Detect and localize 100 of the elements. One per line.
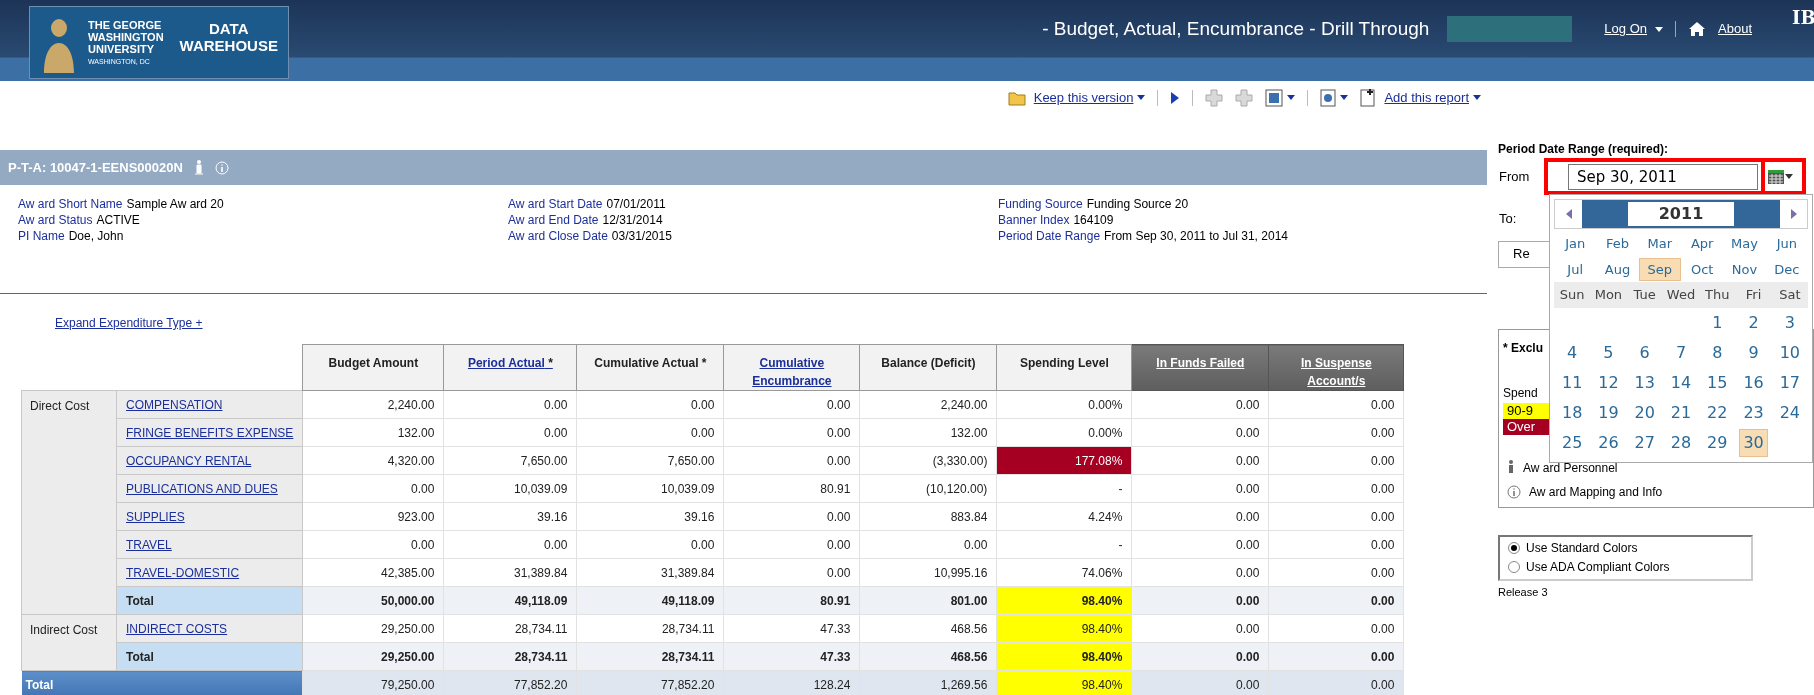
value-cell: 98.40% — [996, 670, 1132, 695]
value-cell: 0.00 — [1131, 474, 1269, 503]
day-option[interactable]: 1 — [1708, 309, 1727, 337]
logo-text: THE GEORGE — [88, 19, 163, 31]
month-option[interactable]: Nov — [1722, 257, 1767, 281]
value-cell: 0.00 — [302, 474, 444, 503]
year-label: 2011 — [1628, 202, 1734, 226]
expand-link[interactable]: Expand Expenditure Type + — [55, 314, 1487, 332]
value-cell: 7,650.00 — [576, 446, 724, 475]
value-cell: 0.00 — [723, 530, 860, 559]
from-date-field[interactable]: Sep 30, 2011 — [1568, 163, 1758, 190]
category-link[interactable]: OCCUPANCY RENTAL — [116, 446, 303, 475]
field-value: From Sep 30, 2011 to Jul 31, 2014 — [1104, 228, 1288, 244]
about-link[interactable]: About — [1718, 19, 1752, 39]
category-link[interactable]: PUBLICATIONS AND DUES — [116, 474, 303, 503]
day-option[interactable]: 7 — [1671, 339, 1691, 367]
info-icon — [1507, 484, 1521, 499]
value-cell: 0.00 — [1268, 642, 1404, 671]
value-cell: 0.00 — [302, 530, 444, 559]
month-option[interactable]: Oct — [1681, 257, 1723, 281]
month-option[interactable]: Apr — [1681, 232, 1723, 256]
day-option[interactable]: 13 — [1630, 369, 1659, 397]
category-link[interactable]: TRAVEL-DOMESTIC — [116, 558, 303, 587]
field-label: Aw ard End Date — [508, 212, 599, 228]
month-option[interactable]: Sep — [1638, 257, 1682, 281]
column-header[interactable]: Period Actual * — [443, 344, 577, 391]
value-cell: 0.00 — [723, 502, 860, 531]
caret-icon[interactable] — [1137, 95, 1146, 100]
day-option[interactable]: 10 — [1775, 339, 1804, 367]
day-option[interactable]: 11 — [1557, 369, 1587, 397]
radio-button[interactable] — [1508, 561, 1520, 573]
report-icon[interactable] — [1320, 88, 1337, 107]
value-cell: 0.00 — [1131, 670, 1269, 695]
award-link[interactable]: Aw ard Mapping and Info — [1529, 482, 1663, 501]
column-header[interactable]: In Suspense Account/s — [1268, 344, 1404, 391]
month-option[interactable]: Jun — [1767, 232, 1806, 256]
month-option[interactable]: May — [1722, 232, 1767, 256]
caret-icon[interactable] — [1655, 26, 1663, 32]
group-cell: Indirect Cost — [21, 614, 117, 671]
value-cell: 4.24% — [996, 502, 1132, 531]
radio-button[interactable] — [1508, 542, 1520, 554]
log-on-link[interactable]: Log On — [1604, 19, 1647, 39]
calendar-button[interactable] — [1768, 169, 1793, 184]
value-cell: 31,389.84 — [576, 558, 724, 587]
add-page-icon[interactable] — [1360, 88, 1377, 107]
home-icon[interactable] — [1688, 21, 1706, 37]
day-option[interactable]: 4 — [1563, 339, 1582, 367]
day-option[interactable]: 12 — [1594, 369, 1623, 397]
field-value: 03/31/2015 — [611, 228, 672, 244]
award-link[interactable]: Aw ard Personnel — [1523, 458, 1618, 477]
weekday-label: Wed — [1665, 286, 1697, 305]
add-report-link[interactable]: Add this report — [1384, 87, 1469, 108]
legend-title: * Exclu — [1503, 340, 1544, 355]
keep-version-link[interactable]: Keep this version — [1033, 87, 1134, 108]
category-link[interactable]: INDIRECT COSTS — [116, 614, 303, 643]
day-option[interactable]: 3 — [1780, 309, 1799, 337]
play-icon[interactable] — [1170, 90, 1181, 105]
month-option[interactable]: Dec — [1765, 257, 1809, 281]
category-link[interactable]: COMPENSATION — [116, 390, 303, 419]
caret-icon[interactable] — [1473, 95, 1481, 100]
value-cell: 0.00 — [576, 418, 724, 447]
field-label: Banner Index — [998, 212, 1070, 228]
export-icon[interactable] — [1265, 88, 1284, 107]
caret-icon[interactable] — [1785, 174, 1793, 179]
month-option[interactable]: Jan — [1556, 232, 1595, 256]
field-value: 12/31/2014 — [602, 212, 663, 228]
day-option[interactable]: 16 — [1739, 369, 1768, 397]
value-cell: 0.00 — [1268, 670, 1404, 695]
value-cell: 10,039.09 — [576, 474, 724, 503]
month-option[interactable]: Mar — [1638, 232, 1682, 256]
day-option[interactable]: 15 — [1703, 369, 1732, 397]
caret-icon[interactable] — [1340, 95, 1349, 100]
value-cell: 923.00 — [302, 502, 444, 531]
month-option[interactable]: Jul — [1558, 257, 1592, 281]
day-option[interactable]: 9 — [1744, 339, 1763, 367]
value-cell: 10,039.09 — [443, 474, 577, 503]
category-link[interactable]: FRINGE BENEFITS EXPENSE — [116, 418, 303, 447]
day-option[interactable]: 6 — [1635, 339, 1654, 367]
field-label: Period Date Range — [998, 228, 1101, 244]
value-cell: 7,650.00 — [443, 446, 577, 475]
value-cell: 0.00 — [1268, 418, 1404, 447]
day-option[interactable]: 14 — [1666, 369, 1696, 397]
corner-text: IB — [1792, 6, 1814, 30]
day-option[interactable]: 5 — [1599, 339, 1618, 367]
value-cell: 80.91 — [723, 586, 860, 615]
day-option[interactable]: 8 — [1708, 339, 1727, 367]
weekday-label: Sun — [1558, 286, 1586, 305]
caret-icon[interactable] — [1287, 95, 1296, 100]
month-option[interactable]: Aug — [1595, 257, 1640, 281]
day-option[interactable]: 2 — [1744, 309, 1763, 337]
column-header[interactable]: Cumulative Encumbrance — [723, 344, 860, 391]
month-option[interactable]: Feb — [1596, 232, 1638, 256]
column-header[interactable]: In Funds Failed — [1131, 344, 1269, 391]
column-header: Balance (Deficit) — [859, 344, 997, 391]
value-cell: 0.00 — [443, 390, 577, 419]
value-cell: - — [996, 474, 1132, 503]
day-option[interactable]: 17 — [1775, 369, 1804, 397]
category-link[interactable]: TRAVEL — [116, 530, 303, 559]
day-option[interactable]: 30 — [1739, 429, 1768, 457]
category-link[interactable]: SUPPLIES — [116, 502, 303, 531]
